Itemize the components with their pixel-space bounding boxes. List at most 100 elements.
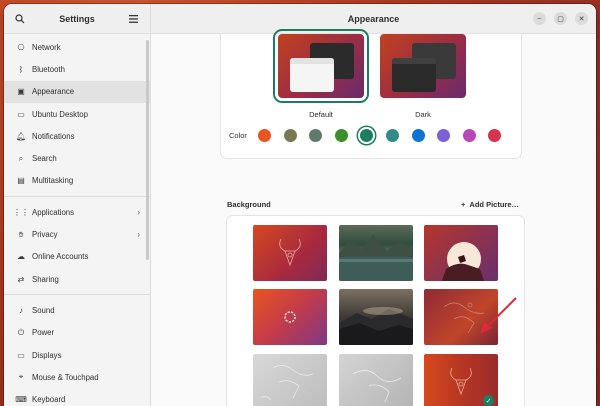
sidebar-item-label: Displays: [32, 350, 62, 360]
chevron-right-icon: ›: [137, 230, 140, 240]
sidebar-header: Settings: [4, 4, 150, 34]
settings-window: Settings ⎔ Network ᛒ Bluetooth ▣ Appearance ▭ U…: [4, 4, 596, 406]
search-icon: ⌕: [18, 153, 24, 163]
accent-color-swatch[interactable]: [334, 129, 348, 142]
color-label: Color: [229, 131, 247, 140]
sidebar-list: ⎔ Network ᛒ Bluetooth ▣ Appearance ▭ Ubuntu Des…: [4, 34, 150, 406]
wallpaper-thumbnail[interactable]: [424, 225, 498, 281]
theme-dark-label: Dark: [415, 110, 431, 119]
close-icon[interactable]: ✕: [575, 12, 588, 25]
sidebar-item-label: Power: [32, 328, 55, 338]
background-title: Background: [227, 200, 271, 209]
sidebar-item-label: Notifications: [32, 131, 75, 141]
cloud-icon: ☁: [17, 252, 25, 262]
hand-icon: ✋︎: [18, 229, 24, 239]
accent-color-swatch[interactable]: [462, 129, 476, 142]
theme-default-label: Default: [309, 110, 333, 119]
add-picture-label: Add Picture…: [469, 200, 519, 209]
plus-icon: +: [461, 200, 466, 209]
main-header: Appearance – ▢ ✕: [151, 4, 596, 34]
sidebar-item-multitasking[interactable]: ▤ Multitasking: [4, 170, 150, 192]
sidebar-item-label: Sharing: [32, 274, 59, 284]
wallpaper-thumbnail[interactable]: [424, 289, 498, 345]
sidebar-item-keyboard[interactable]: ⌨ Keyboard: [4, 388, 150, 406]
power-icon: ⏻: [17, 327, 25, 337]
network-icon: ⎔: [17, 42, 25, 52]
bluetooth-icon: ᛒ: [18, 64, 24, 74]
accent-color-swatch[interactable]: [283, 129, 297, 142]
sidebar-item-online-accounts[interactable]: ☁ Online Accounts: [4, 246, 150, 268]
chevron-right-icon: ›: [137, 207, 140, 217]
grid-icon: ⋮⋮: [13, 207, 29, 217]
minimize-icon[interactable]: –: [533, 12, 546, 25]
hamburger-menu-icon[interactable]: [127, 12, 141, 26]
sidebar-item-label: Bluetooth: [32, 64, 65, 74]
ubuntu-desktop-icon: ▭: [17, 109, 25, 119]
sidebar: Settings ⎔ Network ᛒ Bluetooth ▣ Appearance ▭ U…: [4, 4, 151, 406]
sidebar-item-displays[interactable]: ▭ Displays: [4, 344, 150, 366]
window-controls: – ▢ ✕: [533, 12, 588, 25]
sidebar-item-bluetooth[interactable]: ᛒ Bluetooth: [4, 58, 150, 80]
add-picture-button[interactable]: + Add Picture…: [461, 200, 519, 209]
selected-check-icon: ✓: [483, 395, 494, 406]
maximize-icon[interactable]: ▢: [554, 12, 567, 25]
content-area: Default Dark Color Background + Add Pict…: [151, 29, 596, 406]
wallpaper-thumbnail[interactable]: [253, 225, 327, 281]
wallpaper-thumbnail[interactable]: ✓: [424, 354, 498, 406]
sidebar-item-label: Network: [32, 42, 61, 52]
sidebar-item-label: Online Accounts: [32, 252, 89, 262]
accent-color-row: Color: [229, 129, 514, 142]
theme-dark-thumbnail[interactable]: [380, 34, 466, 98]
main-panel: Appearance – ▢ ✕ Default Dark Color Back…: [151, 4, 596, 406]
sidebar-item-appearance[interactable]: ▣ Appearance: [4, 80, 150, 103]
share-icon: ⇄: [17, 274, 25, 284]
background-card: ✓: [227, 216, 524, 406]
sidebar-item-applications[interactable]: ⋮⋮ Applications ›: [4, 201, 150, 223]
style-card: Default Dark Color: [221, 29, 521, 158]
sidebar-item-label: Ubuntu Desktop: [32, 109, 88, 119]
accent-color-swatch[interactable]: [309, 129, 323, 142]
keyboard-icon: ⌨: [15, 395, 27, 405]
appearance-icon: ▣: [17, 87, 25, 97]
sidebar-item-label: Applications: [32, 207, 75, 217]
sidebar-item-label: Search: [32, 154, 57, 164]
wallpaper-thumbnail[interactable]: [339, 225, 413, 281]
speaker-icon: ♪: [19, 305, 23, 315]
sidebar-item-sound[interactable]: ♪ Sound: [4, 299, 150, 321]
accent-color-swatch[interactable]: [437, 129, 451, 142]
sidebar-separator: [4, 196, 150, 198]
sidebar-item-label: Multitasking: [32, 176, 74, 186]
accent-color-swatch[interactable]: [360, 129, 374, 142]
sidebar-separator: [4, 294, 150, 296]
sidebar-title: Settings: [59, 13, 95, 24]
bell-icon: 🔔︎: [15, 131, 27, 141]
sidebar-item-mouse-touchpad[interactable]: ⌖ Mouse & Touchpad: [4, 366, 150, 388]
sidebar-item-notifications[interactable]: 🔔︎ Notifications: [4, 125, 150, 147]
sidebar-item-privacy[interactable]: ✋︎ Privacy ›: [4, 223, 150, 245]
sidebar-scrollbar[interactable]: [146, 40, 149, 260]
sidebar-item-label: Appearance: [32, 87, 75, 97]
wallpaper-thumbnail[interactable]: [253, 354, 327, 406]
search-icon[interactable]: [13, 12, 27, 26]
wallpaper-thumbnail[interactable]: [339, 354, 413, 406]
accent-color-swatch[interactable]: [488, 129, 502, 142]
sidebar-item-sharing[interactable]: ⇄ Sharing: [4, 268, 150, 290]
sidebar-item-network[interactable]: ⎔ Network: [4, 36, 150, 58]
accent-color-swatch[interactable]: [411, 129, 425, 142]
sidebar-item-label: Keyboard: [32, 395, 66, 405]
sidebar-item-ubuntu-desktop[interactable]: ▭ Ubuntu Desktop: [4, 103, 150, 125]
accent-color-swatch[interactable]: [385, 129, 399, 142]
sidebar-item-label: Sound: [32, 305, 55, 315]
sidebar-item-power[interactable]: ⏻ Power: [4, 322, 150, 344]
wallpaper-thumbnail[interactable]: [339, 289, 413, 345]
sidebar-item-search[interactable]: ⌕ Search: [4, 147, 150, 169]
sidebar-item-label: Privacy: [32, 230, 58, 240]
mouse-icon: ⌖: [18, 372, 24, 382]
theme-default-thumbnail[interactable]: [273, 29, 369, 103]
wallpaper-thumbnail[interactable]: [253, 289, 327, 345]
background-section-header: Background + Add Picture…: [227, 200, 519, 209]
accent-swatches: [257, 129, 514, 142]
accent-color-swatch[interactable]: [257, 129, 271, 142]
sidebar-item-label: Mouse & Touchpad: [32, 372, 99, 382]
page-title: Appearance: [347, 13, 400, 24]
